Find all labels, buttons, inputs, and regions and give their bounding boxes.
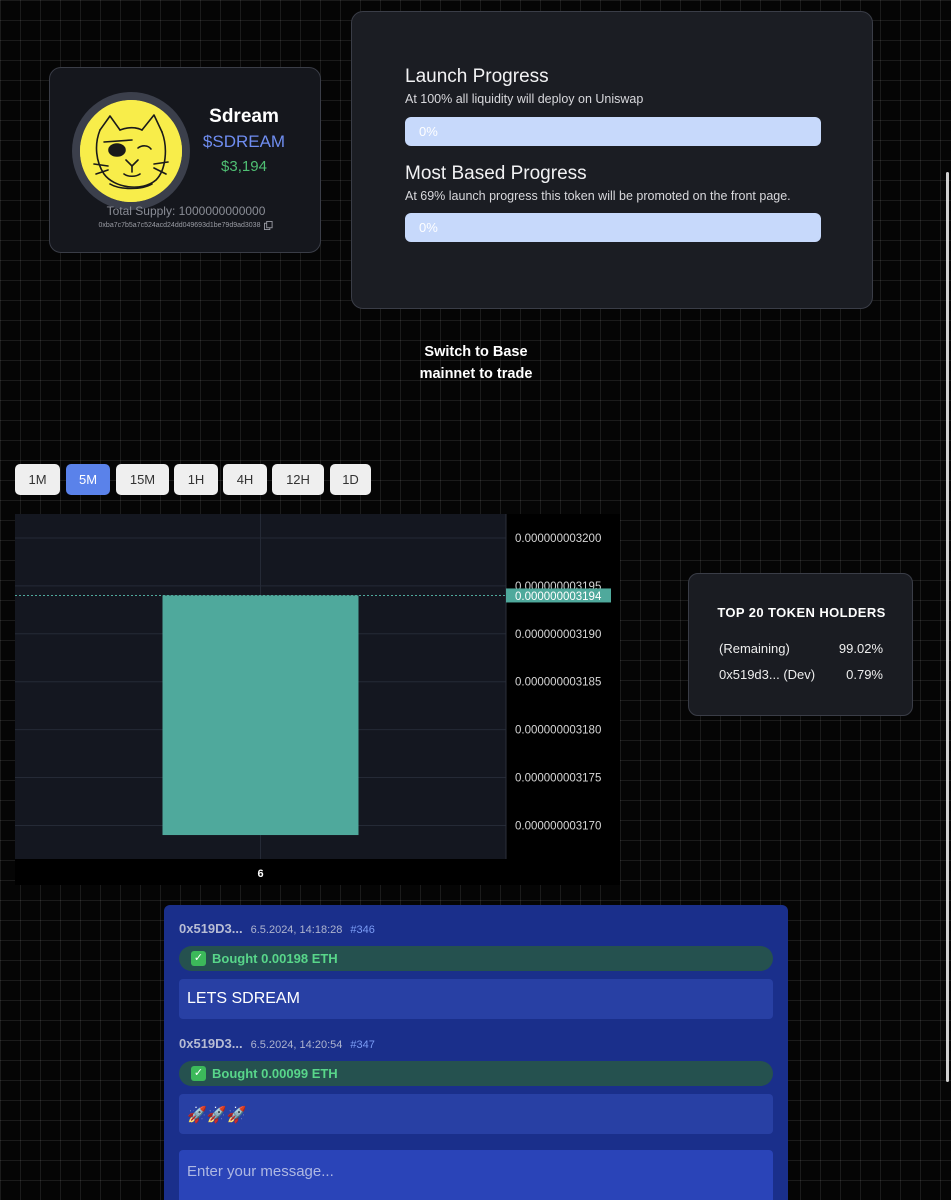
avatar [72,92,190,210]
bought-amount: Bought 0.00198 ETH [212,951,338,966]
holders-title: TOP 20 TOKEN HOLDERS [717,605,886,620]
last-price-label: 0.000000003194 [515,591,602,603]
check-icon: ✓ [191,1066,206,1081]
based-progress-title: Most Based Progress [405,163,587,184]
message-time: 6.5.2024, 14:20:54 [250,1039,343,1051]
message-text: LETS SDREAM [179,979,773,1019]
chat-panel: 0x519D3... 6.5.2024, 14:18:28 #346 ✓ Bou… [164,905,788,1200]
switch-network-notice: Switch to Base mainnet to trade [419,344,533,382]
timeframe-15m-button[interactable]: 15M [116,464,169,495]
message-input[interactable] [179,1150,773,1200]
token-ticker: $SDREAM [202,132,286,151]
y-tick-label: 0.000000003185 [515,677,601,689]
candle-bar [162,595,359,836]
holder-percent: 0.79% [846,667,883,682]
y-tick-label: 0.000000003190 [515,629,601,641]
timeframe-4h-button[interactable]: 4H [223,464,267,495]
token-card: Sdream $SDREAM $3,194 Total Supply: 1000… [49,67,321,253]
based-progress-bar: 0% [405,213,821,242]
timeframe-12h-button[interactable]: 12H [272,464,324,495]
timeframe-1m-button[interactable]: 1M [15,464,60,495]
y-tick-label: 0.000000003200 [515,533,601,545]
holder-name: 0x519d3... (Dev) [719,667,816,682]
bought-badge: ✓ Bought 0.00099 ETH [179,1061,773,1086]
launch-progress-label: 0% [419,124,438,139]
launch-progress-bar: 0% [405,117,821,146]
progress-card: Launch Progress At 100% all liquidity wi… [351,11,873,309]
based-progress-label: 0% [419,220,438,235]
total-supply: Total Supply: 1000000000000 [106,204,266,218]
token-name: Sdream [209,106,279,127]
holder-row: (Remaining) 99.02% [719,641,883,656]
message-text: 🚀🚀🚀 [179,1094,773,1134]
check-icon: ✓ [191,951,206,966]
bought-badge: ✓ Bought 0.00198 ETH [179,946,773,971]
holder-row: 0x519d3... (Dev) 0.79% [719,667,883,682]
based-progress-description: At 69% launch progress this token will b… [405,189,791,203]
price-chart-canvas[interactable]: 0.0000000032000.0000000031950.0000000031… [15,514,620,885]
message-time: 6.5.2024, 14:18:28 [250,924,343,936]
bought-amount: Bought 0.00099 ETH [212,1066,338,1081]
launch-progress-description: At 100% all liquidity will deploy on Uni… [405,92,644,106]
y-tick-label: 0.000000003180 [515,725,601,737]
message-author[interactable]: 0x519D3... [179,1036,243,1051]
timeframe-5m-button[interactable]: 5M [66,464,110,495]
price-chart[interactable]: 0.000000003200 0.000000003195 0.0000000031… [15,514,620,885]
y-tick-label: 0.000000003170 [515,820,601,832]
token-logo-icon [80,100,182,202]
copy-icon[interactable] [264,221,274,230]
top-holders-card: TOP 20 TOKEN HOLDERS (Remaining) 99.02% … [688,573,913,716]
message-header: 0x519D3... 6.5.2024, 14:20:54 #347 [179,1036,375,1051]
y-tick-label: 0.000000003175 [515,773,601,785]
time-scale [15,859,620,885]
x-tick-label: 6 [257,868,263,880]
message-header: 0x519D3... 6.5.2024, 14:18:28 #346 [179,921,375,936]
timeframe-1h-button[interactable]: 1H [174,464,218,495]
holder-percent: 99.02% [838,641,883,656]
message-id[interactable]: #346 [350,924,374,936]
timeframe-1d-button[interactable]: 1D [330,464,371,495]
contract-address-row[interactable]: 0xba7c7b5a7c524acd24dd049693d1be79d9ad30… [50,221,322,230]
launch-progress-title: Launch Progress [405,66,549,87]
message-author[interactable]: 0x519D3... [179,921,243,936]
message-id[interactable]: #347 [350,1039,374,1051]
holder-name: (Remaining) [719,641,790,656]
contract-address: 0xba7c7b5a7c524acd24dd049693d1be79d9ad30… [98,222,261,229]
page-scrollbar[interactable] [946,172,949,1082]
token-market-cap: $3,194 [221,158,267,175]
